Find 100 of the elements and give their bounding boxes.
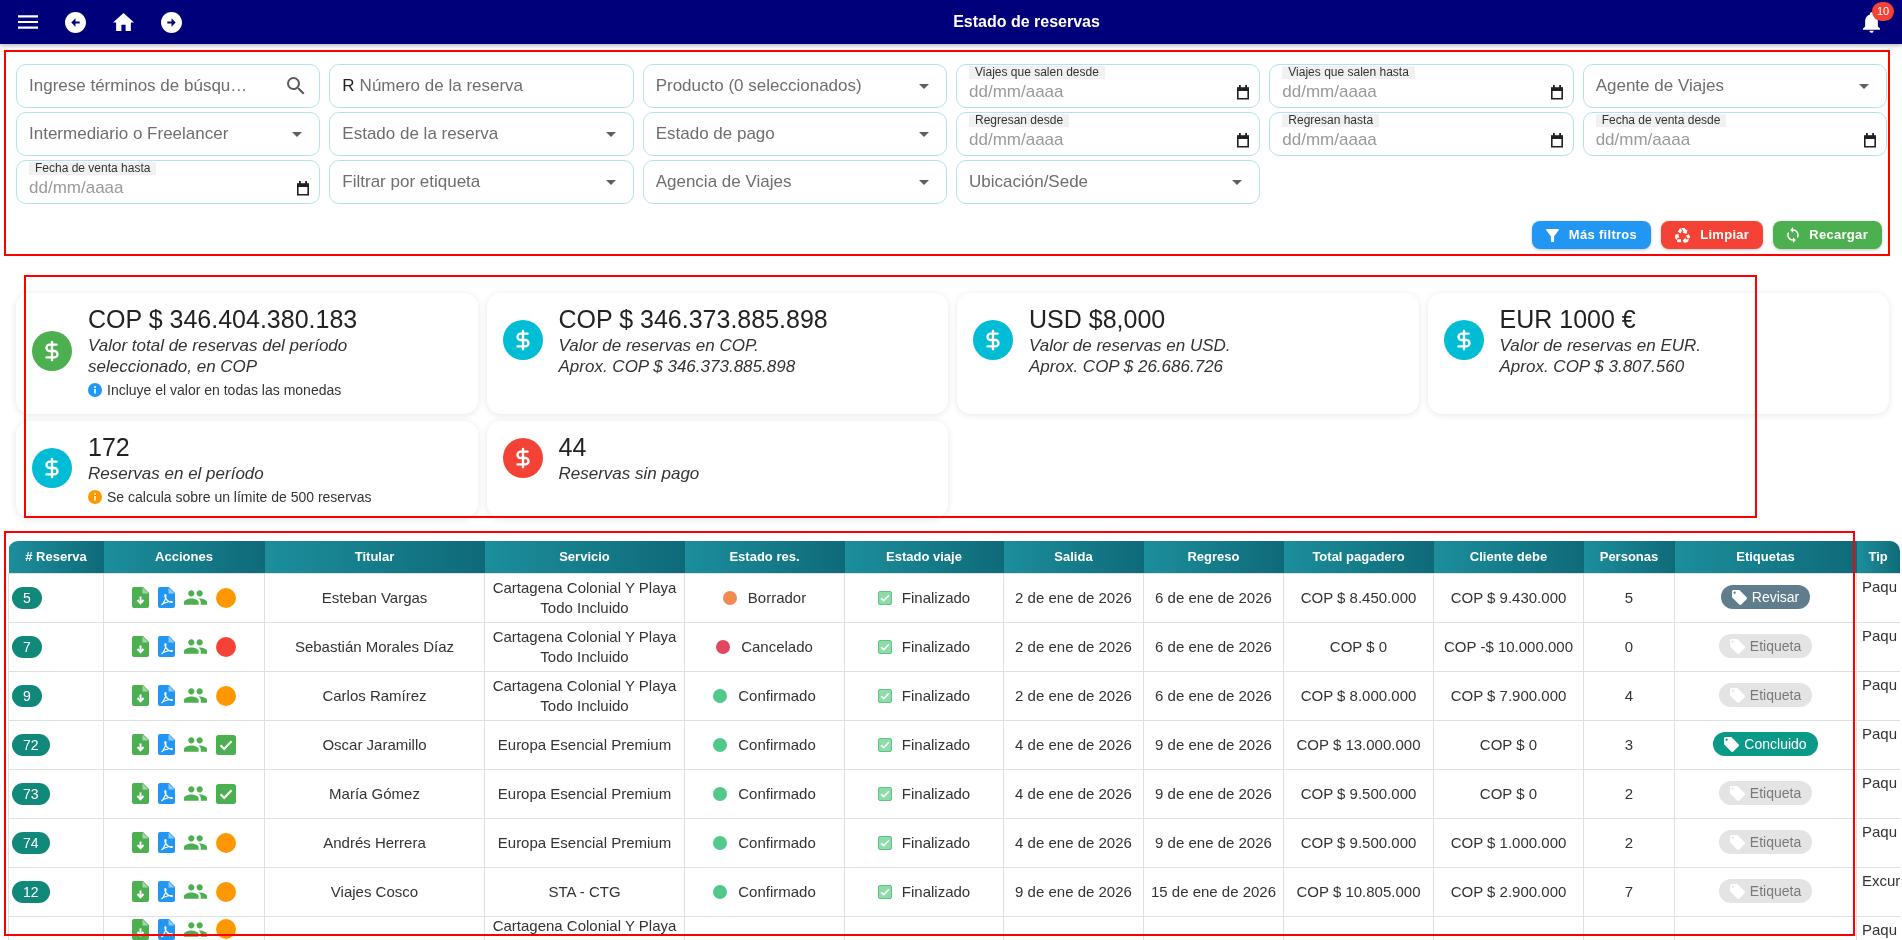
tag-chip[interactable]: Revisar	[1720, 585, 1811, 610]
date-field[interactable]: Regresan hasta dd/mm/aaaa	[1269, 112, 1574, 156]
column-header[interactable]: Salida	[1003, 541, 1144, 573]
date-field[interactable]: Regresan desde dd/mm/aaaa	[956, 112, 1261, 156]
dropdown-field[interactable]: Producto (0 seleccionados)	[642, 64, 947, 108]
service-name: Cartagena Colonial Y Playa Todo Incluido	[484, 622, 685, 671]
total-amount: COP $ 13.000.000	[1283, 720, 1434, 769]
reservation-number-badge: 7	[12, 635, 42, 658]
pdf-file-icon[interactable]	[158, 636, 175, 657]
calendar-icon[interactable]	[1236, 132, 1251, 148]
reservation-number-badge: 9	[12, 684, 42, 707]
people-icon[interactable]	[184, 737, 207, 752]
column-header[interactable]: Estado res.	[684, 541, 845, 573]
column-header[interactable]: Etiquetas	[1674, 541, 1857, 573]
reload-button[interactable]: Recargar	[1773, 221, 1882, 249]
notification-badge: 10	[1872, 1, 1894, 21]
file-download-icon[interactable]	[132, 587, 149, 608]
people-icon[interactable]	[184, 921, 207, 937]
trip-status: Finalizado	[901, 783, 971, 804]
people-icon[interactable]	[184, 786, 207, 801]
tag-chip[interactable]: Etiqueta	[1718, 781, 1813, 806]
card-value: 172	[88, 432, 131, 463]
file-download-icon[interactable]	[132, 734, 149, 755]
date-field[interactable]: Fecha de venta hasta dd/mm/aaaa	[16, 160, 321, 204]
date-field[interactable]: Viajes que salen hasta dd/mm/aaaa	[1269, 64, 1574, 108]
tag-chip[interactable]: Etiqueta	[1718, 830, 1813, 855]
tag-chip[interactable]: Etiqueta	[1718, 634, 1813, 659]
total-amount: COP $ 8.450.000	[1283, 573, 1434, 622]
holder-name: María Gómez	[264, 769, 485, 818]
file-download-icon[interactable]	[132, 881, 149, 902]
caret-down-icon	[1232, 179, 1243, 185]
date-field[interactable]: Viajes que salen desde dd/mm/aaaa	[956, 64, 1261, 108]
reservation-status: Confirmado	[738, 832, 816, 853]
return-date: 9 de ene de 2026	[1143, 818, 1284, 867]
calendar-icon[interactable]	[1236, 84, 1251, 100]
card-description: Valor total de reservas del período seleccionado, en COP	[88, 335, 349, 377]
column-header[interactable]: Tip	[1856, 541, 1900, 573]
file-download-icon[interactable]	[132, 832, 149, 853]
calendar-icon[interactable]	[1549, 84, 1564, 100]
file-download-icon[interactable]	[132, 685, 149, 706]
caret-down-icon	[1859, 83, 1869, 89]
checkbox-icon	[216, 734, 236, 755]
dropdown-field[interactable]: Agencia de Viajes	[642, 160, 947, 204]
dropdown-field[interactable]: Ubicación/Sede	[956, 160, 1261, 204]
people-icon[interactable]	[184, 835, 207, 850]
return-date: 6 de ene de 2026	[1143, 573, 1284, 622]
calendar-icon[interactable]	[296, 180, 311, 196]
reservation-status: Confirmado	[738, 734, 816, 755]
pdf-file-icon[interactable]	[158, 587, 175, 608]
column-header[interactable]: # Reserva	[8, 541, 104, 573]
people-icon[interactable]	[184, 639, 207, 654]
column-header[interactable]: Acciones	[103, 541, 265, 573]
menu-icon[interactable]	[18, 15, 38, 29]
dropdown-field[interactable]: Agente de Viajes	[1582, 64, 1887, 108]
pdf-file-icon[interactable]	[158, 685, 175, 706]
back-arrow-icon[interactable]	[65, 11, 86, 33]
calendar-icon[interactable]	[1863, 132, 1877, 148]
tag-chip[interactable]: Concluido	[1713, 732, 1818, 757]
dropdown-field[interactable]: Filtrar por etiqueta	[329, 160, 634, 204]
pdf-file-icon[interactable]	[158, 734, 175, 755]
reservation-status: Borrador	[747, 587, 807, 608]
card-value: USD $8,000	[1029, 304, 1167, 335]
amount-owed: COP $ 2.900.000	[1433, 867, 1584, 916]
file-download-icon[interactable]	[132, 783, 149, 804]
column-header[interactable]: Titular	[264, 541, 485, 573]
column-header[interactable]: Estado viaje	[844, 541, 1004, 573]
pdf-file-icon[interactable]	[158, 832, 175, 853]
amount-owed: COP $ 1.000.000	[1433, 818, 1584, 867]
trip-status: Finalizado	[901, 636, 971, 657]
calendar-icon[interactable]	[1549, 132, 1564, 148]
people-icon[interactable]	[184, 884, 207, 899]
tag-chip[interactable]: Etiqueta	[1718, 879, 1813, 904]
home-icon[interactable]	[113, 13, 134, 31]
file-download-icon[interactable]	[132, 636, 149, 657]
bell-icon[interactable]	[1863, 11, 1880, 33]
dropdown-field[interactable]: Estado de pago	[642, 112, 947, 156]
search-field[interactable]: Ingrese términos de búsqu…	[16, 64, 321, 108]
checkbox-icon	[877, 835, 892, 850]
forward-arrow-icon[interactable]	[161, 11, 182, 33]
card-value: COP $ 346.404.380.183	[88, 304, 359, 335]
return-date: 9 de ene de 2026	[1143, 720, 1284, 769]
column-header[interactable]: Regreso	[1143, 541, 1284, 573]
column-header[interactable]: Servicio	[484, 541, 685, 573]
tag-chip[interactable]: Etiqueta	[1718, 683, 1813, 708]
holder-name: Viajes Cosco	[264, 867, 485, 916]
more-filters-button[interactable]: Más filtros	[1531, 221, 1652, 249]
date-field[interactable]: Fecha de venta desde dd/mm/aaaa	[1582, 112, 1887, 156]
column-header[interactable]: Total pagadero	[1283, 541, 1434, 573]
column-header[interactable]: Personas	[1583, 541, 1675, 573]
column-header[interactable]: Cliente debe	[1433, 541, 1584, 573]
reservation-number-field[interactable]: R Número de la reserva	[329, 64, 634, 108]
people-icon[interactable]	[184, 688, 207, 703]
service-name: STA - CTG	[484, 867, 685, 916]
clear-button[interactable]: Limpiar	[1661, 221, 1764, 249]
people-icon[interactable]	[184, 590, 207, 605]
service-name: Cartagena Colonial Y Playa Todo Incluido	[484, 573, 685, 622]
dropdown-field[interactable]: Estado de la reserva	[329, 112, 634, 156]
dropdown-field[interactable]: Intermediario o Freelancer	[16, 112, 321, 156]
pdf-file-icon[interactable]	[158, 881, 175, 902]
pdf-file-icon[interactable]	[158, 783, 175, 804]
